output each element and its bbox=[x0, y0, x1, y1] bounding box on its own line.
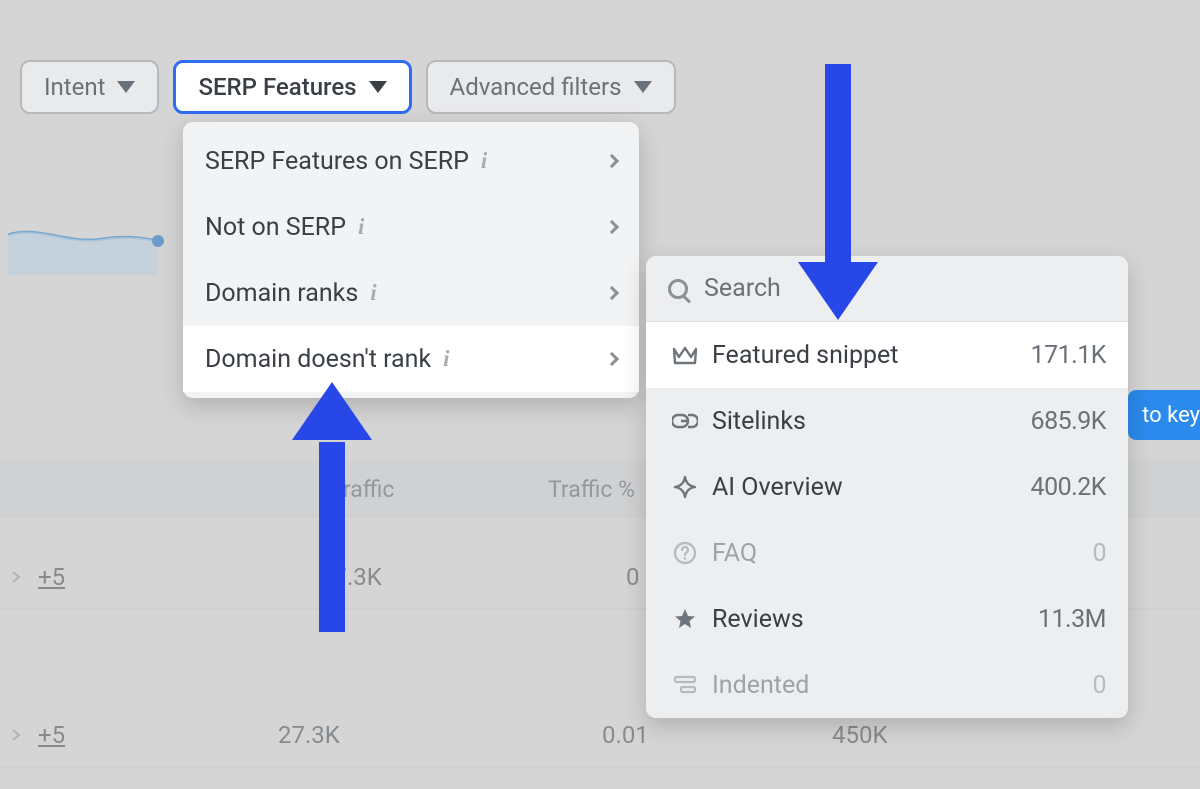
col-traffic: Traffic bbox=[330, 476, 394, 503]
feature-reviews[interactable]: Reviews 11.3M bbox=[646, 586, 1128, 652]
feature-sitelinks[interactable]: Sitelinks 685.9K bbox=[646, 388, 1128, 454]
chevron-right-icon bbox=[605, 154, 619, 168]
to-keywords-button[interactable]: to key bbox=[1128, 390, 1200, 440]
feature-ai-overview[interactable]: AI Overview 400.2K bbox=[646, 454, 1128, 520]
info-icon: i bbox=[481, 148, 487, 174]
sparkline-chart bbox=[8, 195, 173, 275]
chevron-down-icon bbox=[634, 81, 652, 93]
chevron-right-icon bbox=[605, 220, 619, 234]
traffic-value: 27.3K bbox=[278, 721, 340, 749]
chevron-right-icon bbox=[605, 286, 619, 300]
serp-features-dropdown: SERP Features on SERP i Not on SERP i Do… bbox=[183, 122, 639, 398]
menu-item-domain-doesnt-rank[interactable]: Domain doesn't rank i bbox=[183, 326, 639, 392]
traffic-value: 27.3K bbox=[320, 563, 382, 591]
indent-icon bbox=[668, 675, 702, 695]
col-traffic-pct: Traffic % bbox=[548, 476, 635, 503]
chevron-right-icon bbox=[8, 569, 24, 585]
feature-featured-snippet[interactable]: Featured snippet 171.1K bbox=[646, 322, 1128, 388]
chevron-down-icon bbox=[117, 81, 135, 93]
serp-features-submenu: Search Featured snippet 171.1K Sitelinks… bbox=[646, 256, 1128, 718]
sparkle-icon bbox=[668, 475, 702, 499]
serp-features-label: SERP Features bbox=[198, 73, 356, 101]
pos-delta[interactable]: +5 bbox=[38, 721, 65, 749]
filter-row: Intent SERP Features Advanced filters bbox=[20, 60, 676, 114]
question-icon bbox=[668, 541, 702, 565]
advanced-filters[interactable]: Advanced filters bbox=[426, 60, 676, 114]
menu-item-not-on-serp[interactable]: Not on SERP i bbox=[183, 194, 639, 260]
chevron-right-icon bbox=[605, 352, 619, 366]
pos-delta[interactable]: +5 bbox=[38, 563, 65, 591]
feature-faq[interactable]: FAQ 0 bbox=[646, 520, 1128, 586]
info-icon: i bbox=[443, 346, 449, 372]
intent-filter[interactable]: Intent bbox=[20, 60, 159, 114]
menu-item-domain-ranks[interactable]: Domain ranks i bbox=[183, 260, 639, 326]
advanced-filters-label: Advanced filters bbox=[450, 73, 622, 101]
crown-icon bbox=[668, 345, 702, 365]
search-icon bbox=[668, 279, 688, 299]
chevron-right-icon bbox=[8, 727, 24, 743]
info-icon: i bbox=[358, 214, 364, 240]
search-placeholder: Search bbox=[704, 274, 781, 303]
traffic-pct-value: 0 bbox=[626, 563, 640, 591]
link-icon bbox=[668, 412, 702, 430]
intent-label: Intent bbox=[44, 73, 105, 101]
menu-item-on-serp[interactable]: SERP Features on SERP i bbox=[183, 128, 639, 194]
serp-features-filter[interactable]: SERP Features bbox=[173, 60, 411, 114]
star-icon bbox=[668, 607, 702, 631]
feature-indented[interactable]: Indented 0 bbox=[646, 652, 1128, 718]
traffic-pct-value: 0.01 bbox=[602, 721, 649, 749]
other-value: 450K bbox=[832, 721, 888, 749]
search-row[interactable]: Search bbox=[646, 256, 1128, 322]
chevron-down-icon bbox=[369, 81, 387, 93]
info-icon: i bbox=[370, 280, 376, 306]
